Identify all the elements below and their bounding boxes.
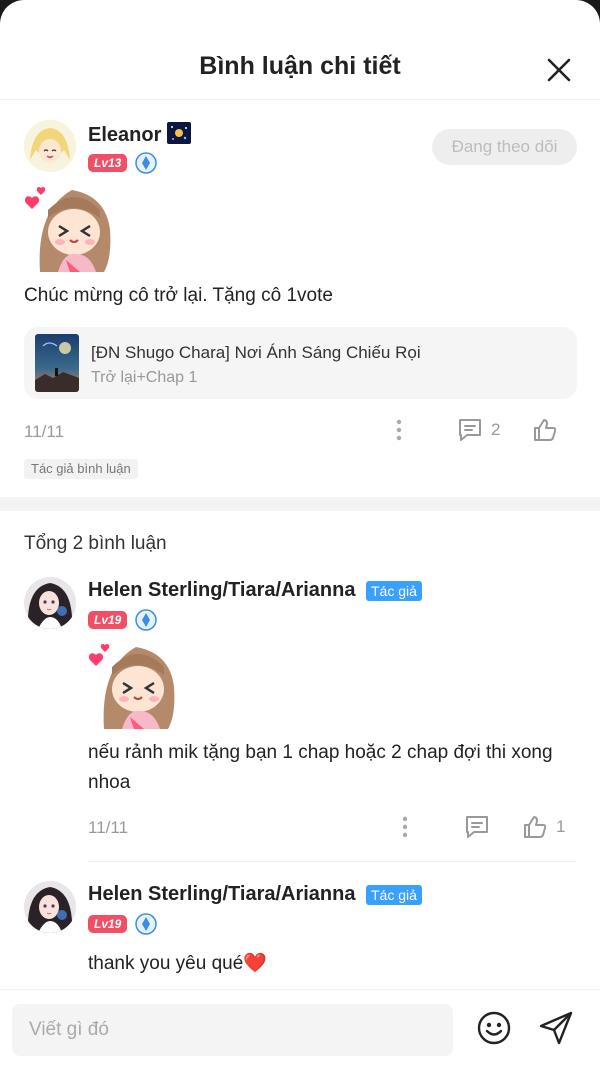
level-badge: Lv19 <box>88 915 128 933</box>
book-cover-image <box>35 334 79 392</box>
more-button[interactable] <box>395 815 415 839</box>
like-button[interactable] <box>532 417 558 443</box>
avatar[interactable] <box>24 881 76 933</box>
smiley-icon <box>477 1011 511 1045</box>
more-vertical-icon <box>402 816 408 838</box>
close-button[interactable] <box>541 52 577 88</box>
username[interactable]: Helen Sterling/Tiara/Arianna <box>88 883 356 906</box>
section-divider <box>0 497 600 511</box>
comment-input[interactable] <box>12 1004 453 1056</box>
reply-button[interactable]: 2 <box>457 418 500 442</box>
thumbs-up-icon <box>534 419 557 441</box>
like-button[interactable]: 1 <box>522 814 565 840</box>
reply-count: 2 <box>491 420 501 439</box>
sticker-image <box>24 186 111 272</box>
book-card[interactable]: [ĐN Shugo Chara] Nơi Ánh Sáng Chiếu Rọi … <box>24 327 577 399</box>
more-vertical-icon <box>396 419 402 441</box>
comment-detail-sheet: Bình luận chi tiết Eleanor Lv13 Đang the… <box>0 0 600 1067</box>
header: Bình luận chi tiết <box>0 0 600 100</box>
reply-text: nếu rảnh mik tặng bạn 1 chap hoặc 2 chap… <box>88 742 553 793</box>
level-badge: Lv13 <box>88 154 128 172</box>
comment-icon <box>466 816 488 838</box>
comment-icon <box>459 419 481 441</box>
avatar[interactable] <box>24 577 76 629</box>
replies-total: Tổng 2 bình luận <box>24 533 167 554</box>
comment-date: 11/11 <box>24 422 65 441</box>
medal-icon <box>135 913 157 935</box>
sticker-image <box>88 643 175 729</box>
medal-icon <box>135 152 157 174</box>
follow-button[interactable]: Đang theo dõi <box>432 129 577 165</box>
like-count: 1 <box>556 817 566 836</box>
galaxy-emoji-icon <box>166 122 191 144</box>
reply-text: thank you yêu qué❤️ <box>88 953 267 974</box>
more-button[interactable] <box>389 418 409 442</box>
medal-icon <box>135 609 157 631</box>
comment-text: Chúc mừng cô trở lại. Tặng cô 1vote <box>24 285 333 306</box>
reply-divider <box>88 861 576 862</box>
close-icon <box>547 58 571 82</box>
username[interactable]: Helen Sterling/Tiara/Arianna <box>88 579 356 602</box>
send-button[interactable] <box>538 1010 574 1046</box>
avatar[interactable] <box>24 120 76 172</box>
thumbs-up-icon <box>524 816 547 838</box>
book-title: [ĐN Shugo Chara] Nơi Ánh Sáng Chiếu Rọi <box>91 343 421 362</box>
comment-composer <box>0 989 600 1067</box>
level-badge: Lv19 <box>88 611 128 629</box>
page-title: Bình luận chi tiết <box>199 52 401 80</box>
book-chapter: Trở lại+Chap 1 <box>91 369 198 386</box>
reply-button[interactable] <box>464 815 490 839</box>
author-commented-tag: Tác giả bình luận <box>24 459 138 479</box>
reply-date: 11/11 <box>88 818 129 837</box>
emoji-button[interactable] <box>477 1011 511 1045</box>
author-tag: Tác giả <box>366 885 422 905</box>
send-icon <box>539 1011 573 1045</box>
author-tag: Tác giả <box>366 581 422 601</box>
username[interactable]: Eleanor <box>88 122 191 147</box>
